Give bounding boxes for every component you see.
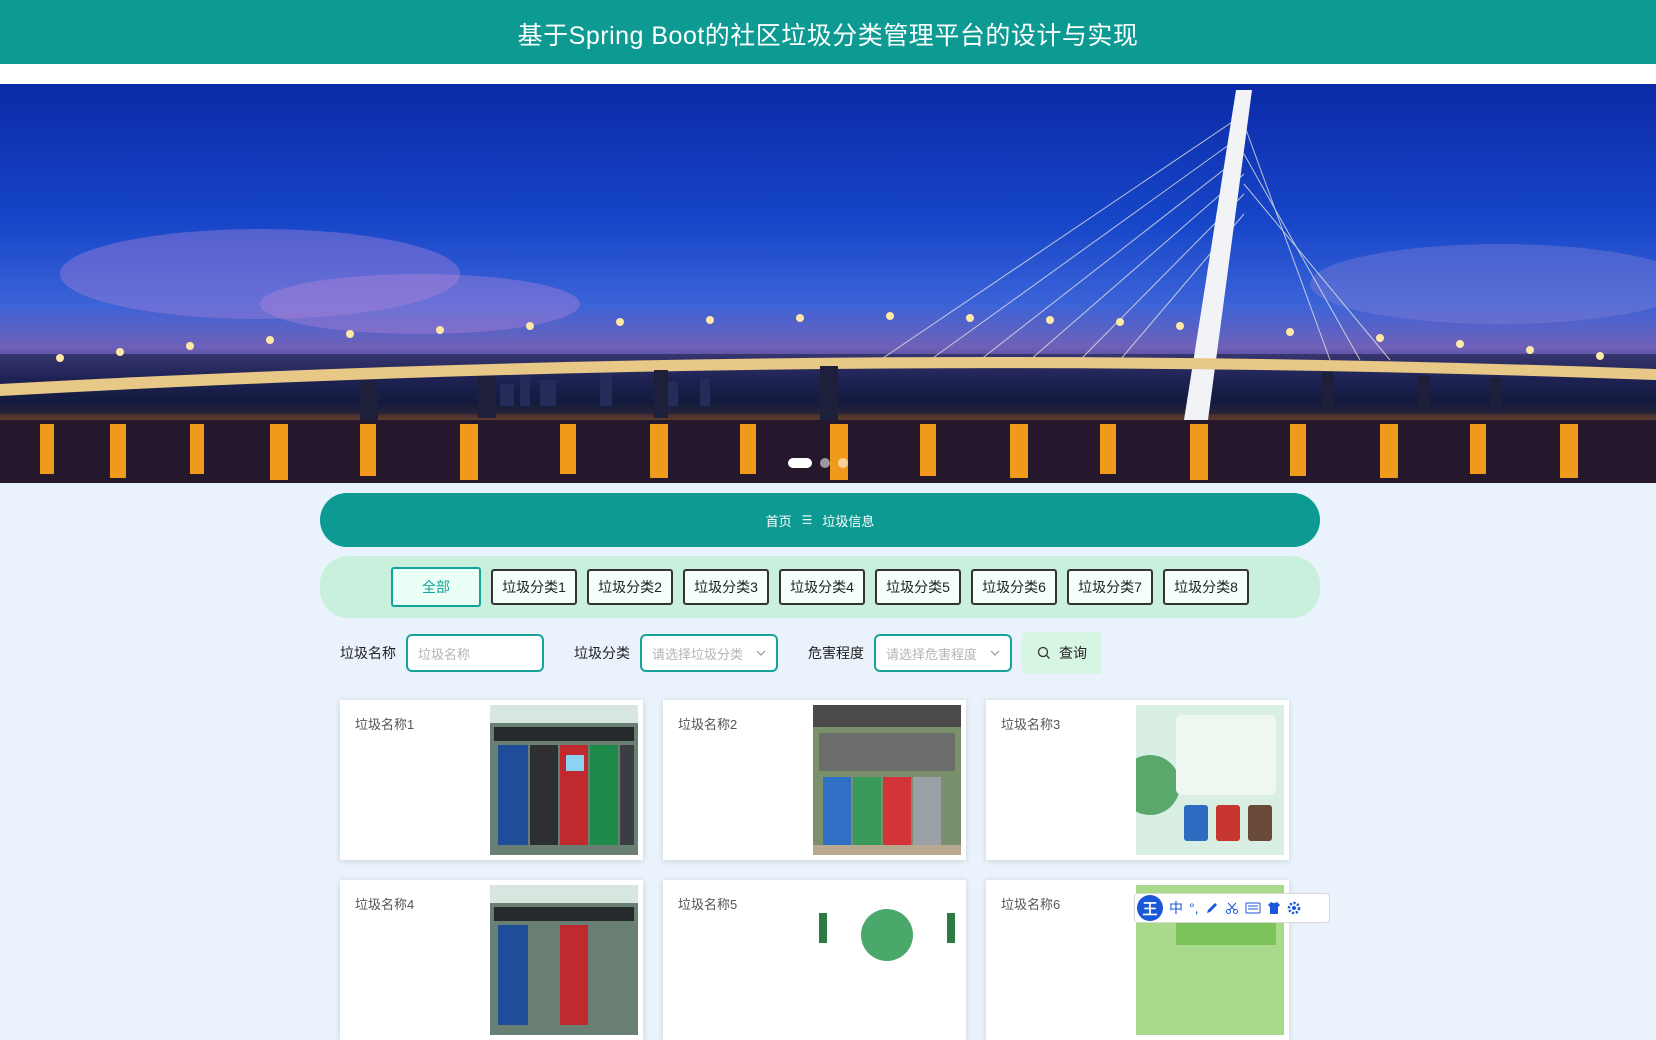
hazard-select[interactable]: 请选择危害程度 [874, 634, 1012, 672]
category-filter-bar: 全部 垃圾分类1 垃圾分类2 垃圾分类3 垃圾分类4 垃圾分类5 垃圾分类6 垃… [320, 556, 1320, 618]
query-button-label: 查询 [1059, 645, 1087, 661]
category-button-5[interactable]: 垃圾分类5 [875, 569, 961, 605]
category-all-button[interactable]: 全部 [391, 567, 481, 607]
item-card-name: 垃圾名称2 [678, 717, 738, 732]
item-card-name: 垃圾名称1 [355, 717, 415, 732]
scissors-icon[interactable] [1225, 901, 1239, 915]
page-title: 基于Spring Boot的社区垃圾分类管理平台的设计与实现 [517, 22, 1139, 50]
ime-logo[interactable]: 王 [1137, 895, 1163, 921]
breadcrumb-current: 垃圾信息 [822, 513, 875, 529]
keyboard-icon[interactable] [1245, 902, 1261, 914]
name-filter-label: 垃圾名称 [340, 645, 396, 661]
search-icon [1037, 646, 1050, 659]
category-select-placeholder: 请选择垃圾分类 [652, 646, 744, 662]
item-thumbnail [1136, 705, 1284, 855]
top-header: 基于Spring Boot的社区垃圾分类管理平台的设计与实现 [0, 0, 1656, 64]
category-button-8[interactable]: 垃圾分类8 [1163, 569, 1249, 605]
item-card-name: 垃圾名称6 [1001, 897, 1061, 912]
query-button[interactable]: 查询 [1022, 632, 1102, 674]
hazard-filter-label: 危害程度 [808, 645, 864, 661]
carousel-dot-1[interactable] [788, 458, 812, 468]
category-button-6[interactable]: 垃圾分类6 [971, 569, 1057, 605]
item-card-name: 垃圾名称5 [678, 897, 738, 912]
header-spacer [0, 64, 1656, 84]
item-thumbnail [813, 885, 961, 1035]
item-thumbnail [490, 885, 638, 1035]
item-thumbnail [490, 705, 638, 855]
banner-bridge-image [0, 90, 1656, 483]
category-button-7[interactable]: 垃圾分类7 [1067, 569, 1153, 605]
gear-icon[interactable] [1287, 901, 1301, 915]
ime-mode-toggle[interactable]: 中 [1169, 901, 1183, 915]
item-card-3[interactable]: 垃圾名称3 [986, 700, 1289, 860]
carousel-indicators [788, 458, 848, 468]
category-select[interactable]: 请选择垃圾分类 [640, 634, 778, 672]
chevron-down-icon [990, 650, 1000, 656]
breadcrumb-separator-icon: ☰ [801, 513, 813, 527]
name-search-placeholder: 垃圾名称 [418, 646, 471, 662]
category-filter-label: 垃圾分类 [574, 645, 630, 661]
item-card-1[interactable]: 垃圾名称1 [340, 700, 643, 860]
search-filter-row: 垃圾名称 垃圾名称 垃圾分类 请选择垃圾分类 危害程度 请选择危害程度 查询 [340, 632, 1102, 674]
category-button-2[interactable]: 垃圾分类2 [587, 569, 673, 605]
skin-shirt-icon[interactable] [1267, 901, 1281, 915]
category-button-1[interactable]: 垃圾分类1 [491, 569, 577, 605]
item-card-4[interactable]: 垃圾名称4 [340, 880, 643, 1040]
item-card-2[interactable]: 垃圾名称2 [663, 700, 966, 860]
breadcrumb-home[interactable]: 首页 [766, 511, 792, 530]
breadcrumb: 首页 ☰ 垃圾信息 [320, 493, 1320, 547]
item-card-5[interactable]: 垃圾名称5 [663, 880, 966, 1040]
pen-icon[interactable] [1205, 901, 1219, 915]
name-search-input[interactable]: 垃圾名称 [406, 634, 544, 672]
hazard-select-placeholder: 请选择危害程度 [886, 646, 978, 662]
ime-toolbar: 王 中 °, [1134, 893, 1330, 923]
chevron-down-icon [756, 650, 766, 656]
category-button-4[interactable]: 垃圾分类4 [779, 569, 865, 605]
ime-punctuation-toggle[interactable]: °, [1189, 901, 1199, 915]
carousel-dot-2[interactable] [820, 458, 830, 468]
carousel-dot-3[interactable] [838, 458, 848, 468]
banner-carousel[interactable] [0, 84, 1656, 483]
category-button-3[interactable]: 垃圾分类3 [683, 569, 769, 605]
item-thumbnail [813, 705, 961, 855]
item-card-name: 垃圾名称4 [355, 897, 415, 912]
item-card-name: 垃圾名称3 [1001, 717, 1061, 732]
